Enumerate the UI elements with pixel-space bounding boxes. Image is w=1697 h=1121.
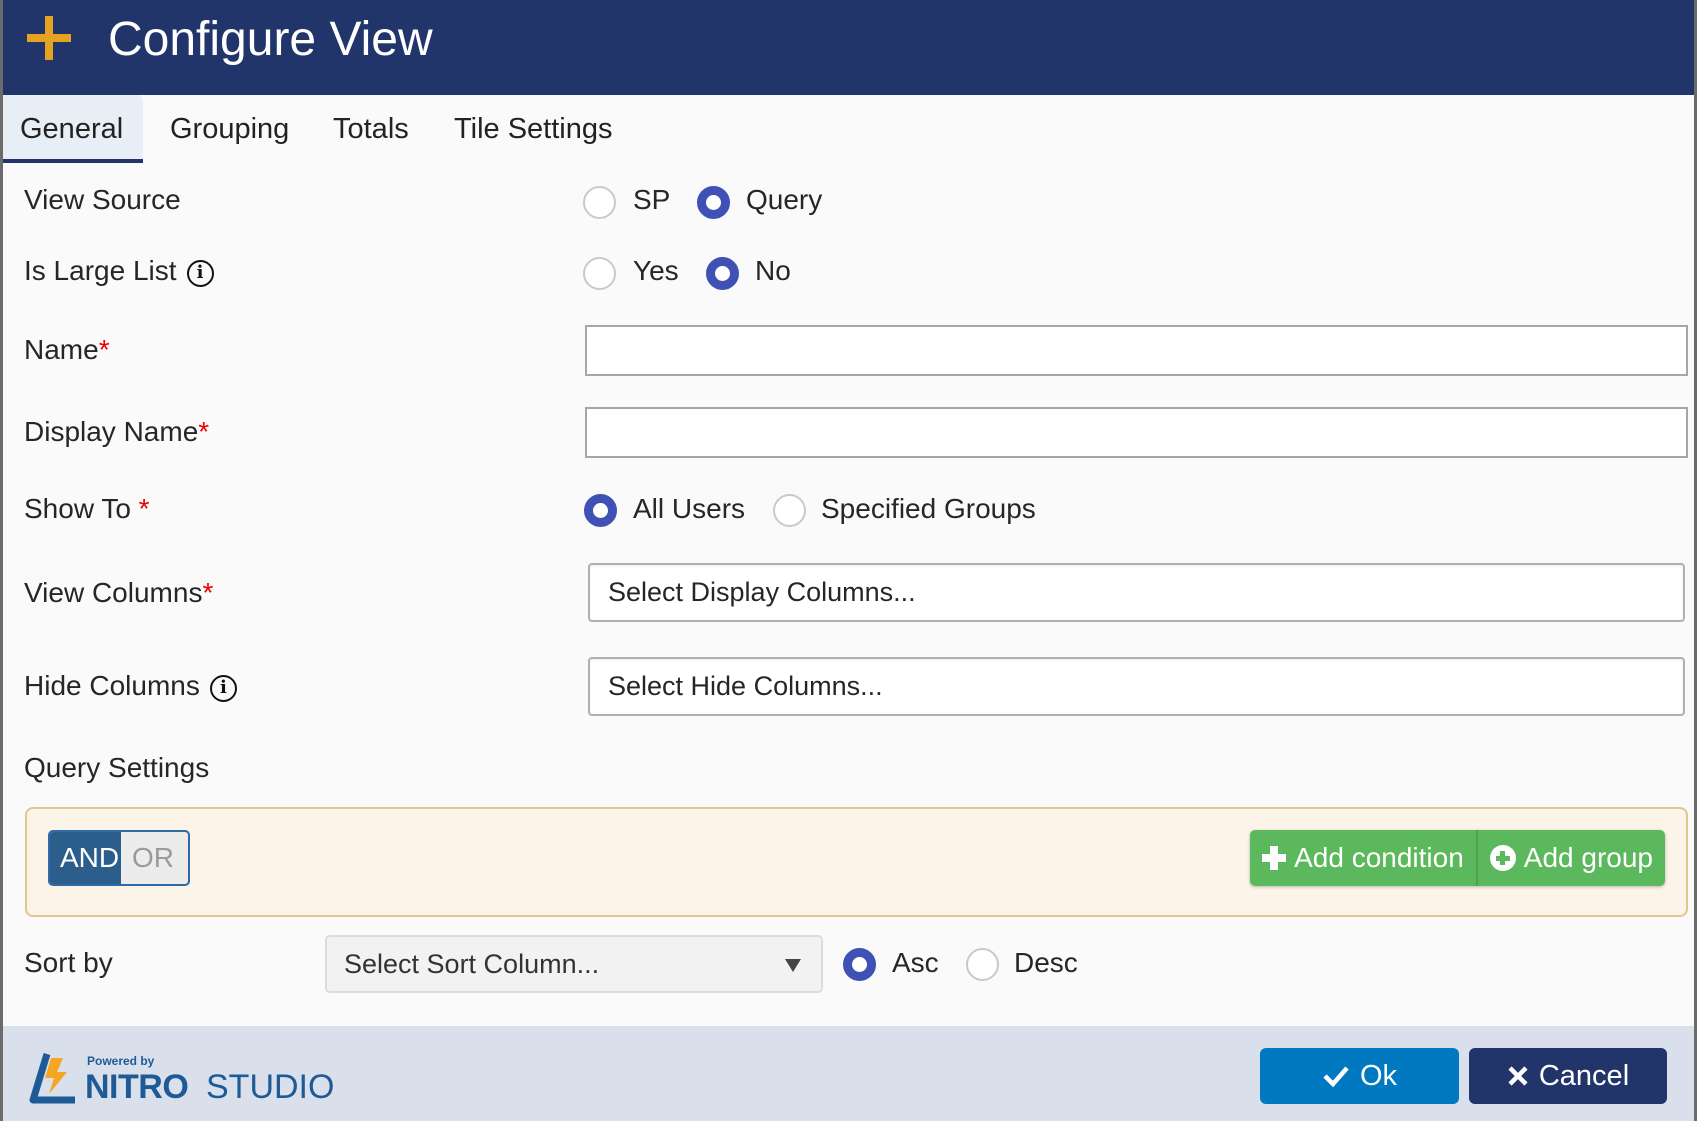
hide-columns-label-text: Hide Columns	[24, 670, 200, 701]
show-to-specified-groups-radio[interactable]	[773, 494, 806, 527]
show-to-all-users-radio[interactable]	[584, 494, 617, 527]
required-mark: *	[138, 493, 150, 524]
query-builder: AND OR Add condition Add group	[25, 807, 1688, 917]
logo-studio-text: STUDIO	[206, 1068, 335, 1106]
dialog-title: Configure View	[108, 13, 433, 66]
and-or-toggle: AND OR	[48, 830, 190, 886]
required-mark: *	[98, 334, 110, 365]
is-large-list-yes-radio[interactable]	[583, 257, 616, 290]
view-columns-select[interactable]: Select Display Columns...	[588, 563, 1685, 622]
required-mark: *	[202, 577, 214, 608]
sort-desc-label: Desc	[1014, 947, 1078, 978]
powered-by-text: Powered by	[87, 1054, 155, 1068]
tab-grouping[interactable]: Grouping	[170, 95, 289, 163]
check-icon	[1323, 1066, 1349, 1088]
hide-columns-select[interactable]: Select Hide Columns...	[588, 657, 1685, 716]
add-group-button[interactable]: Add group	[1475, 830, 1665, 886]
sort-asc-radio[interactable]	[843, 948, 876, 981]
info-icon[interactable]: i	[186, 260, 214, 287]
add-button-group: Add condition Add group	[1250, 830, 1665, 886]
nitro-studio-logo: Powered by NITRO STUDIO	[29, 1048, 334, 1108]
is-large-list-no-radio[interactable]	[706, 257, 739, 290]
ok-button[interactable]: Ok	[1260, 1048, 1459, 1104]
add-condition-button[interactable]: Add condition	[1250, 830, 1476, 886]
tab-tile-settings[interactable]: Tile Settings	[454, 95, 613, 163]
view-source-label: View Source	[24, 184, 181, 215]
sort-column-select[interactable]: Select Sort Column...	[325, 935, 823, 993]
cancel-button[interactable]: Cancel	[1469, 1048, 1667, 1104]
sort-by-label: Sort by	[24, 947, 113, 978]
configure-view-dialog: Configure View General Grouping Totals T…	[0, 0, 1697, 1121]
tab-general[interactable]: General	[3, 95, 143, 163]
is-large-list-yes-label: Yes	[633, 255, 679, 286]
display-name-label-text: Display Name	[24, 416, 199, 447]
hide-columns-label: Hide Columns i	[24, 670, 237, 702]
nitro-logo-icon	[29, 1052, 75, 1104]
logo-nitro-text: NITRO	[85, 1068, 189, 1106]
view-columns-label-text: View Columns	[24, 577, 203, 608]
show-to-label: Show To *	[24, 493, 150, 525]
add-condition-label: Add condition	[1294, 842, 1464, 873]
view-source-sp-label: SP	[633, 184, 671, 215]
dialog-footer: Powered by NITRO STUDIO Ok Cancel	[3, 1026, 1694, 1121]
and-button[interactable]: AND	[50, 832, 121, 884]
is-large-list-label: Is Large List i	[24, 255, 214, 287]
close-icon	[1508, 1066, 1528, 1086]
is-large-list-no-label: No	[755, 255, 791, 286]
display-name-input[interactable]	[585, 407, 1688, 458]
name-label-text: Name	[24, 334, 99, 365]
sort-column-placeholder: Select Sort Column...	[344, 949, 600, 979]
show-to-specified-groups-label: Specified Groups	[821, 493, 1036, 524]
required-mark: *	[198, 416, 210, 447]
is-large-list-text: Is Large List	[24, 255, 177, 286]
show-to-label-text: Show To	[24, 493, 139, 524]
view-source-query-label: Query	[746, 184, 823, 215]
tab-totals[interactable]: Totals	[333, 95, 409, 163]
name-label: Name*	[24, 334, 110, 366]
plus-circle-icon	[1489, 845, 1516, 871]
ok-label: Ok	[1359, 1059, 1398, 1092]
caret-down-icon	[785, 959, 801, 972]
sort-asc-label: Asc	[892, 947, 939, 978]
view-source-sp-radio[interactable]	[583, 186, 616, 219]
tab-bar: General Grouping Totals Tile Settings	[3, 95, 1694, 163]
view-columns-label: View Columns*	[24, 577, 213, 609]
dialog-header: Configure View	[3, 0, 1694, 95]
sort-desc-radio[interactable]	[966, 948, 999, 981]
display-name-label: Display Name*	[24, 416, 209, 448]
query-settings-label: Query Settings	[24, 752, 210, 783]
plus-icon	[27, 14, 75, 62]
cancel-label: Cancel	[1538, 1059, 1630, 1092]
info-icon[interactable]: i	[209, 675, 237, 702]
add-group-label: Add group	[1523, 842, 1653, 873]
plus-icon	[1262, 846, 1287, 870]
name-input[interactable]	[585, 325, 1688, 376]
show-to-all-users-label: All Users	[633, 493, 746, 524]
or-button[interactable]: OR	[121, 832, 188, 884]
view-source-query-radio[interactable]	[697, 186, 730, 219]
